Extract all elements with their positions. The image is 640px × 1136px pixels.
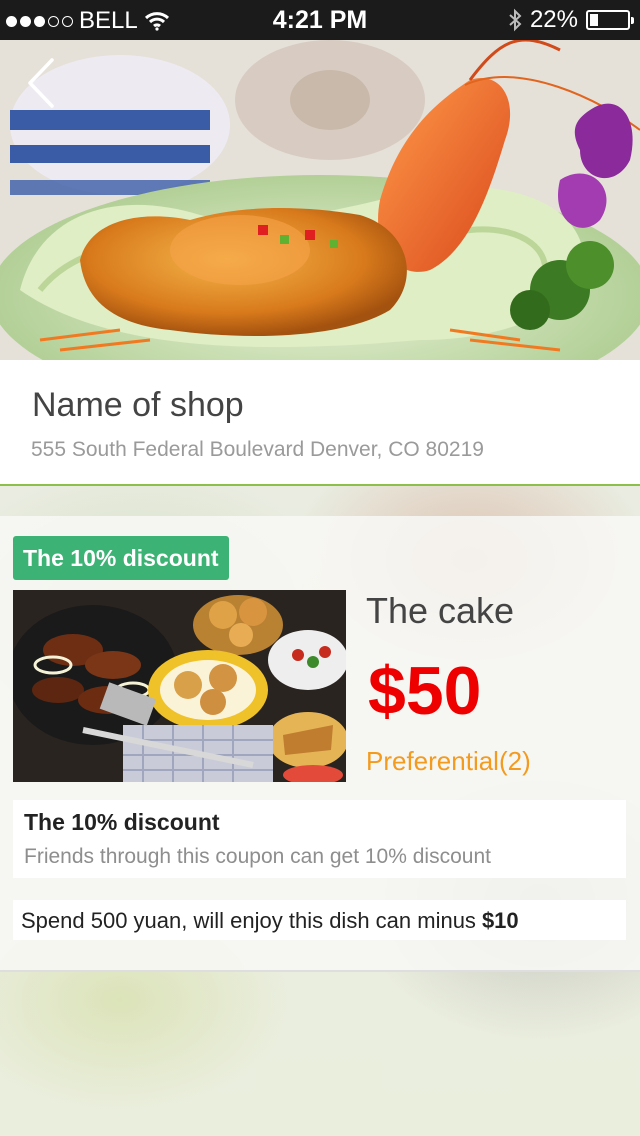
hero-image — [0, 40, 640, 360]
shop-name: Name of shop — [32, 386, 244, 424]
shop-address: 555 South Federal Boulevard Denver, CO 8… — [31, 438, 484, 461]
battery-percent: 22% — [529, 6, 578, 33]
battery-icon — [586, 10, 634, 30]
status-right: 22% — [508, 6, 634, 34]
bluetooth-icon — [509, 8, 522, 32]
dish-image[interactable] — [13, 590, 346, 782]
spend-offer-label: Spend 500 yuan, will enjoy this dish can… — [21, 908, 476, 933]
dish-name: The cake — [366, 590, 515, 631]
preferential-count[interactable]: Preferential(2) — [366, 746, 531, 777]
discount-title: The 10% discount — [24, 809, 220, 835]
discount-info-box[interactable]: The 10% discount Friends through this co… — [13, 800, 626, 878]
shop-info-card: Name of shop 555 South Federal Boulevard… — [0, 360, 640, 486]
status-bar: BELL 4:21 PM 22% — [0, 0, 640, 40]
bbq-photo — [13, 590, 346, 782]
deal-panel: The 10% discount The cake $50 Preferenti… — [0, 516, 640, 972]
back-button[interactable] — [22, 56, 62, 110]
spend-offer-text: Spend 500 yuan, will enjoy this dish can… — [21, 908, 519, 934]
food-photo — [0, 40, 640, 360]
spend-offer-amount: $10 — [481, 908, 519, 933]
dish-price: $50 — [368, 653, 482, 729]
discount-description: Friends through this coupon can get 10% … — [24, 845, 491, 868]
spend-offer-box[interactable]: Spend 500 yuan, will enjoy this dish can… — [13, 900, 626, 940]
chevron-left-icon — [28, 58, 54, 108]
discount-badge: The 10% discount — [13, 536, 229, 580]
